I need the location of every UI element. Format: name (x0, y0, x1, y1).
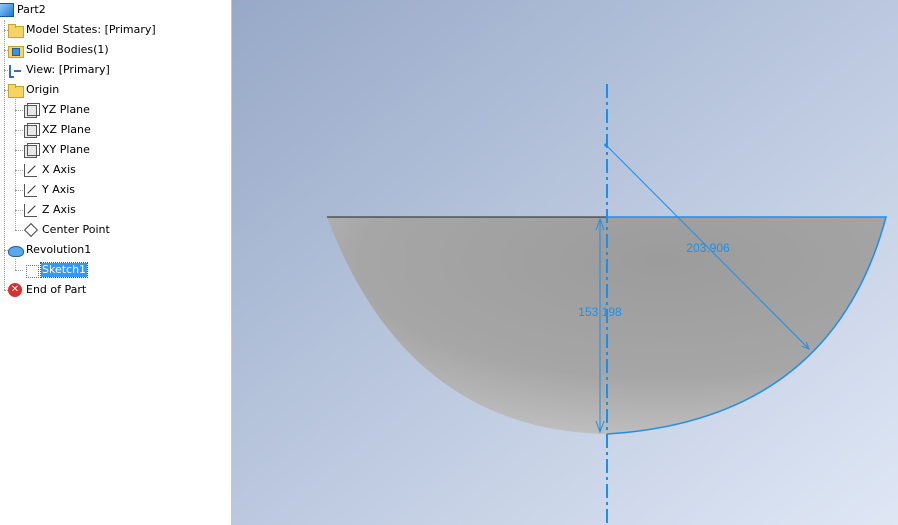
tree-item-end-of-part[interactable]: End of Part (7, 280, 87, 300)
tree-item-revolution1[interactable]: Revolution1 (7, 240, 92, 260)
tree-item-origin[interactable]: Origin (7, 80, 60, 100)
revolution-icon (7, 242, 24, 258)
axis-icon (23, 162, 39, 178)
tree-item-label: Sketch1 (39, 262, 89, 278)
part-icon (0, 3, 14, 17)
sketch-icon (23, 262, 39, 278)
tree-item-label: X Axis (42, 163, 76, 176)
model-browser: Part2 Model States: [Primary] Solid Bodi… (0, 0, 232, 525)
tree-item-label: XY Plane (42, 143, 90, 156)
plane-icon (23, 142, 40, 158)
graphics-viewport[interactable]: 153.198 203.906 (232, 0, 898, 525)
tree-item-sketch1[interactable]: Sketch1 (23, 260, 89, 280)
tree-item-label: Center Point (42, 223, 110, 236)
tree-item-center-point[interactable]: Center Point (23, 220, 111, 240)
tree-item-label: Z Axis (42, 203, 76, 216)
tree-item-part2[interactable]: Part2 (0, 0, 47, 20)
folder-icon (7, 22, 24, 38)
axis-icon (23, 182, 39, 198)
tree-item-view[interactable]: View: [Primary] (7, 60, 111, 80)
tree-item-xy-plane[interactable]: XY Plane (23, 140, 91, 160)
axis-icon (23, 202, 39, 218)
diagonal-dimension-value[interactable]: 203.906 (686, 241, 730, 255)
tree-item-label: Model States: [Primary] (26, 23, 156, 36)
tree-item-yz-plane[interactable]: YZ Plane (23, 100, 91, 120)
point-icon (23, 222, 39, 238)
tree-item-xz-plane[interactable]: XZ Plane (23, 120, 92, 140)
tree-item-label: YZ Plane (42, 103, 90, 116)
view-icon (7, 62, 23, 78)
tree-item-label: Solid Bodies(1) (26, 43, 109, 56)
plane-icon (23, 102, 40, 118)
tree-item-label: Y Axis (42, 183, 76, 196)
tree-item-label: Revolution1 (26, 243, 92, 256)
tree-item-label: Part2 (17, 3, 46, 16)
tree-item-solid-bodies[interactable]: Solid Bodies(1) (7, 40, 110, 60)
end-of-part-icon (7, 282, 23, 298)
tree-item-x-axis[interactable]: X Axis (23, 160, 77, 180)
vertical-dimension-value[interactable]: 153.198 (578, 305, 622, 319)
plane-icon (23, 122, 40, 138)
tree-item-label: Origin (26, 83, 60, 96)
tree-item-model-states[interactable]: Model States: [Primary] (7, 20, 157, 40)
tree-item-y-axis[interactable]: Y Axis (23, 180, 76, 200)
folder-open-icon (7, 82, 24, 98)
solid-bodies-icon (7, 42, 24, 58)
tree-item-label: End of Part (26, 283, 87, 296)
tree-item-label: View: [Primary] (26, 63, 110, 76)
tree-item-z-axis[interactable]: Z Axis (23, 200, 77, 220)
tree-item-label: XZ Plane (42, 123, 91, 136)
